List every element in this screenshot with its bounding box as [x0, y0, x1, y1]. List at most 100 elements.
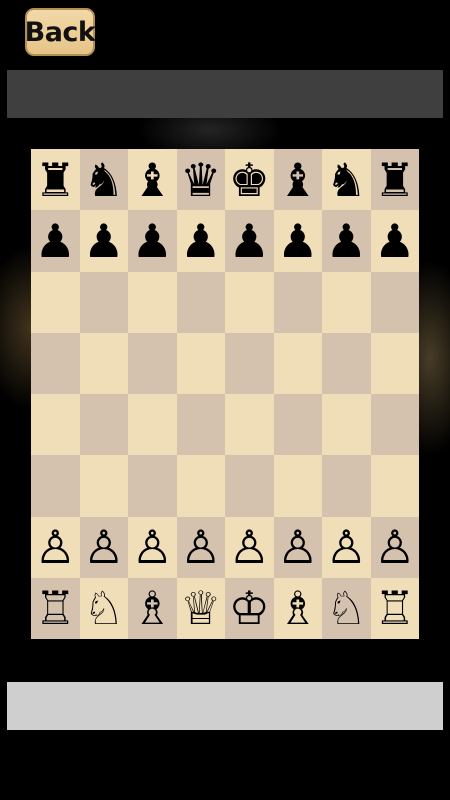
square-h3[interactable] — [370, 455, 419, 517]
white-knight-icon: ♘ — [83, 581, 125, 636]
square-d8[interactable]: ♛ — [176, 149, 225, 211]
game-screen: Back ♜ ♞ ♝ ♛ ♚ ♝ ♞ ♜ ♟ ♟ ♟ ♟ ♟ ♟ ♟ ♟ ♙ ♙ ♙ ♙ ♙ ♙ ♙ ♙ ♖ ♘ ♗ ♕ ♔ ♗ ♘ ♖ — [0, 0, 450, 800]
black-bishop-icon: ♝ — [131, 152, 173, 207]
square-c3[interactable] — [128, 455, 177, 517]
square-a4[interactable] — [31, 394, 80, 456]
square-h4[interactable] — [370, 394, 419, 456]
black-king-icon: ♚ — [228, 152, 270, 207]
square-d7[interactable]: ♟ — [176, 210, 225, 272]
white-rook-icon: ♖ — [374, 581, 416, 636]
square-g7[interactable]: ♟ — [322, 210, 371, 272]
black-knight-icon: ♞ — [325, 152, 367, 207]
square-f6[interactable] — [273, 271, 322, 333]
square-g3[interactable] — [322, 455, 371, 517]
square-e1[interactable]: ♔ — [225, 577, 274, 639]
top-status-bar — [7, 70, 443, 118]
white-queen-icon: ♕ — [180, 581, 222, 636]
square-g4[interactable] — [322, 394, 371, 456]
black-pawn-icon: ♟ — [374, 213, 416, 268]
white-pawn-icon: ♙ — [228, 520, 270, 575]
white-rook-icon: ♖ — [34, 581, 76, 636]
square-e3[interactable] — [225, 455, 274, 517]
square-f4[interactable] — [273, 394, 322, 456]
bottom-status-bar — [7, 682, 443, 730]
square-e8[interactable]: ♚ — [225, 149, 274, 211]
black-pawn-icon: ♟ — [180, 213, 222, 268]
white-knight-icon: ♘ — [325, 581, 367, 636]
square-a7[interactable]: ♟ — [31, 210, 80, 272]
black-bishop-icon: ♝ — [277, 152, 319, 207]
black-queen-icon: ♛ — [180, 152, 222, 207]
square-c6[interactable] — [128, 271, 177, 333]
square-g2[interactable]: ♙ — [322, 516, 371, 578]
square-f1[interactable]: ♗ — [273, 577, 322, 639]
square-b7[interactable]: ♟ — [79, 210, 128, 272]
square-d2[interactable]: ♙ — [176, 516, 225, 578]
square-g1[interactable]: ♘ — [322, 577, 371, 639]
square-c2[interactable]: ♙ — [128, 516, 177, 578]
square-h2[interactable]: ♙ — [370, 516, 419, 578]
square-d4[interactable] — [176, 394, 225, 456]
square-g6[interactable] — [322, 271, 371, 333]
chess-board: ♜ ♞ ♝ ♛ ♚ ♝ ♞ ♜ ♟ ♟ ♟ ♟ ♟ ♟ ♟ ♟ ♙ ♙ ♙ ♙ ♙ ♙ ♙ ♙ ♖ ♘ ♗ ♕ ♔ ♗ ♘ ♖ — [31, 149, 419, 639]
square-a2[interactable]: ♙ — [31, 516, 80, 578]
square-c8[interactable]: ♝ — [128, 149, 177, 211]
square-e7[interactable]: ♟ — [225, 210, 274, 272]
square-f2[interactable]: ♙ — [273, 516, 322, 578]
square-h6[interactable] — [370, 271, 419, 333]
square-g8[interactable]: ♞ — [322, 149, 371, 211]
black-rook-icon: ♜ — [374, 152, 416, 207]
square-b8[interactable]: ♞ — [79, 149, 128, 211]
square-b3[interactable] — [79, 455, 128, 517]
white-pawn-icon: ♙ — [131, 520, 173, 575]
square-f5[interactable] — [273, 332, 322, 394]
white-king-icon: ♔ — [228, 581, 270, 636]
square-b6[interactable] — [79, 271, 128, 333]
black-pawn-icon: ♟ — [277, 213, 319, 268]
square-a8[interactable]: ♜ — [31, 149, 80, 211]
square-h5[interactable] — [370, 332, 419, 394]
square-f3[interactable] — [273, 455, 322, 517]
square-h8[interactable]: ♜ — [370, 149, 419, 211]
white-bishop-icon: ♗ — [131, 581, 173, 636]
square-c1[interactable]: ♗ — [128, 577, 177, 639]
white-pawn-icon: ♙ — [83, 520, 125, 575]
black-knight-icon: ♞ — [83, 152, 125, 207]
square-c7[interactable]: ♟ — [128, 210, 177, 272]
square-a6[interactable] — [31, 271, 80, 333]
square-d1[interactable]: ♕ — [176, 577, 225, 639]
white-pawn-icon: ♙ — [34, 520, 76, 575]
square-b5[interactable] — [79, 332, 128, 394]
square-e6[interactable] — [225, 271, 274, 333]
square-b1[interactable]: ♘ — [79, 577, 128, 639]
black-pawn-icon: ♟ — [228, 213, 270, 268]
square-f7[interactable]: ♟ — [273, 210, 322, 272]
square-e2[interactable]: ♙ — [225, 516, 274, 578]
square-a1[interactable]: ♖ — [31, 577, 80, 639]
back-button[interactable]: Back — [25, 8, 96, 56]
white-pawn-icon: ♙ — [374, 520, 416, 575]
square-e5[interactable] — [225, 332, 274, 394]
square-a5[interactable] — [31, 332, 80, 394]
white-pawn-icon: ♙ — [277, 520, 319, 575]
black-rook-icon: ♜ — [34, 152, 76, 207]
square-c5[interactable] — [128, 332, 177, 394]
black-pawn-icon: ♟ — [131, 213, 173, 268]
square-f8[interactable]: ♝ — [273, 149, 322, 211]
square-g5[interactable] — [322, 332, 371, 394]
square-d3[interactable] — [176, 455, 225, 517]
square-b2[interactable]: ♙ — [79, 516, 128, 578]
square-e4[interactable] — [225, 394, 274, 456]
white-bishop-icon: ♗ — [277, 581, 319, 636]
square-d6[interactable] — [176, 271, 225, 333]
square-c4[interactable] — [128, 394, 177, 456]
square-d5[interactable] — [176, 332, 225, 394]
white-pawn-icon: ♙ — [180, 520, 222, 575]
square-h7[interactable]: ♟ — [370, 210, 419, 272]
black-pawn-icon: ♟ — [325, 213, 367, 268]
white-pawn-icon: ♙ — [325, 520, 367, 575]
square-a3[interactable] — [31, 455, 80, 517]
square-h1[interactable]: ♖ — [370, 577, 419, 639]
square-b4[interactable] — [79, 394, 128, 456]
black-pawn-icon: ♟ — [83, 213, 125, 268]
